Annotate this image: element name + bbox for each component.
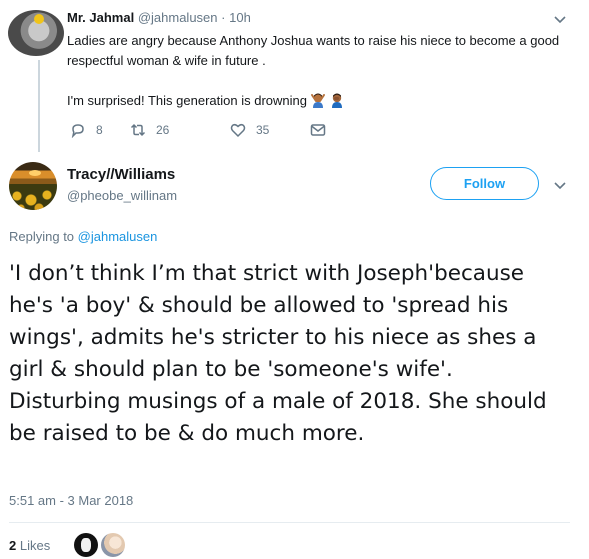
reply-button[interactable]: 8 [70,121,103,139]
retweet-icon [130,123,146,137]
main-author-avatar[interactable] [9,162,57,210]
person-gesturing-no-emoji [310,93,325,108]
replying-to-line: Replying to @jahmalusen [9,229,157,244]
main-tweet-text: 'I don’t think I’m that strict with Jose… [9,261,547,446]
parent-tweet-text: Ladies are angry because Anthony Joshua … [67,31,567,111]
likes-summary[interactable]: 2 Likes [9,538,50,553]
like-icon [230,123,246,138]
liker-avatar[interactable] [101,533,125,557]
tweet-timestamp[interactable]: 5:51 am - 3 Mar 2018 [9,493,133,508]
replying-to-mention-link[interactable]: @jahmalusen [78,229,158,244]
parent-tweet-text-line-2: I'm surprised! This generation is drowni… [67,91,567,111]
parent-tweet-age[interactable]: 10h [229,10,251,25]
likes-count: 2 [9,538,17,553]
like-count: 35 [256,123,270,137]
divider [9,522,570,523]
thread-connector-line [38,60,40,152]
parent-tweet-text-line-2-text: I'm surprised! This generation is drowni… [67,93,307,108]
parent-author-avatar[interactable] [8,10,64,56]
main-author-handle[interactable]: @pheobe_willinam [67,188,177,203]
retweet-button[interactable]: 26 [130,121,169,139]
avatar-detail [34,14,44,24]
reply-count: 8 [96,123,103,137]
parent-author-name[interactable]: Mr. Jahmal [67,10,134,25]
replying-to-prefix: Replying to [9,229,75,244]
chevron-down-icon[interactable] [553,12,567,26]
direct-message-button[interactable] [310,121,336,139]
avatar-detail [29,170,41,176]
parent-tweet-header: Mr. Jahmal @jahmalusen · 10h [67,10,251,25]
direct-message-icon [310,124,326,136]
avatar-detail [9,186,57,210]
person-facepalming-emoji [331,93,342,108]
like-button[interactable]: 35 [230,121,269,139]
parent-tweet[interactable]: Mr. Jahmal @jahmalusen · 10h Ladies are … [0,0,589,152]
liker-avatar[interactable] [74,533,98,557]
chevron-down-icon[interactable] [553,178,567,192]
reply-icon [71,124,84,138]
main-author-name[interactable]: Tracy//Williams [67,166,175,183]
parent-tweet-text-line-1: Ladies are angry because Anthony Joshua … [67,33,560,68]
retweet-count: 26 [156,123,170,137]
parent-author-handle[interactable]: @jahmalusen [138,10,218,25]
follow-button[interactable]: Follow [430,167,539,200]
separator-dot: · [221,10,226,25]
likes-label: Likes [19,538,51,553]
